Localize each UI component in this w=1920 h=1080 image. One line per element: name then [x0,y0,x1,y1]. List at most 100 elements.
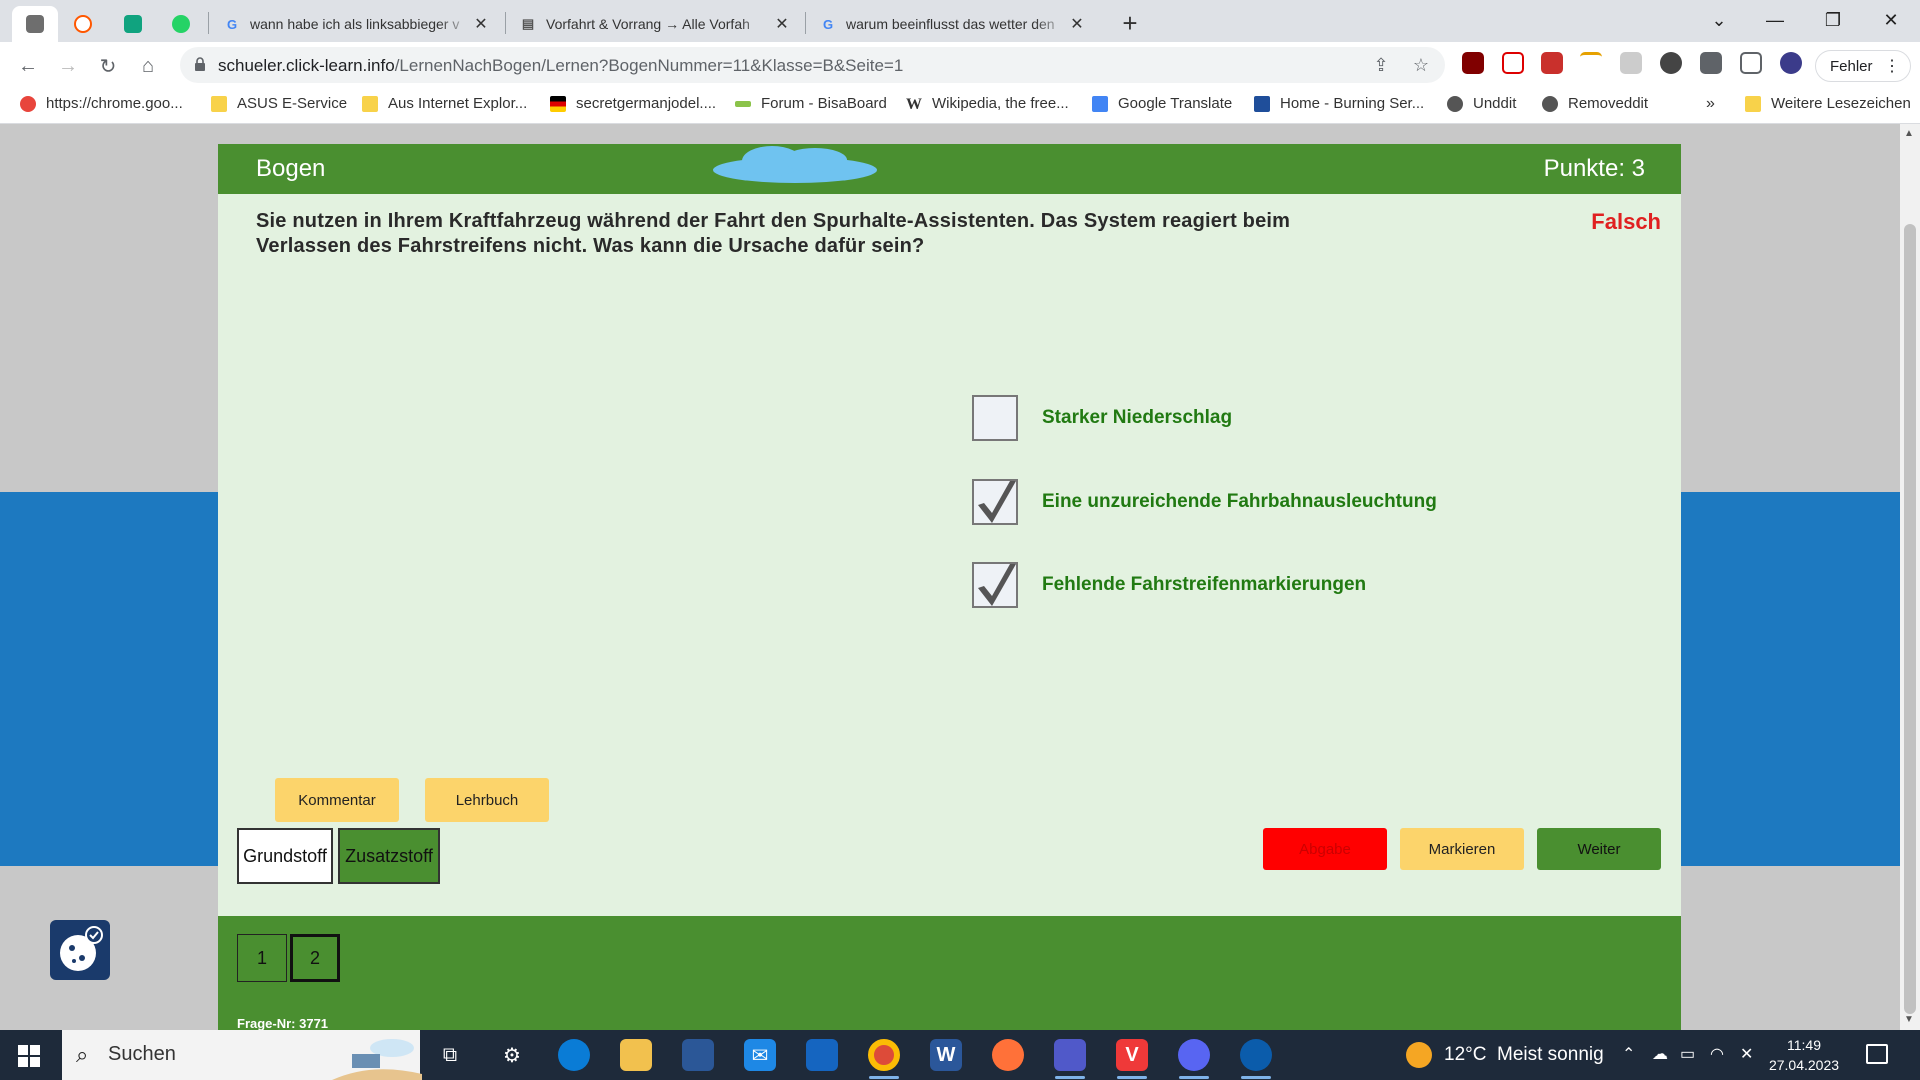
windows-start-icon[interactable] [18,1045,40,1067]
bookmark-item[interactable]: W Wikipedia, the free... [906,95,1069,113]
pinned-tab-reddit[interactable] [60,6,106,42]
system-clock[interactable]: 11:49 27.04.2023 [1766,1035,1842,1075]
extension-red-icon[interactable] [1541,52,1563,74]
file-explorer-icon[interactable] [620,1039,652,1071]
vivaldi-icon[interactable]: V [1116,1039,1148,1071]
submit-button[interactable]: Abgabe [1263,828,1387,870]
bookmark-star-icon[interactable]: ☆ [1410,55,1432,77]
tray-chevron-icon[interactable]: ⌃ [1622,1044,1635,1064]
tab-title: Vorfahrt & Vorrang → Alle Vorfah [546,16,750,32]
firefox-icon[interactable] [992,1039,1024,1071]
tab-basic[interactable]: Grundstoff [237,828,333,884]
puzzle-icon[interactable] [1700,52,1722,74]
bookmark-item[interactable]: secretgermanjodel.... [550,95,716,112]
minimize-button[interactable]: — [1750,0,1800,40]
home-button[interactable]: ⌂ [132,50,164,82]
page-scrollbar[interactable]: ▲ ▼ [1900,124,1920,1030]
shield-icon[interactable] [1502,52,1524,74]
bookmark-item[interactable]: Removeddit [1542,95,1648,112]
checkmark-icon [978,564,1016,606]
answer-checkbox-unchecked[interactable] [972,395,1018,441]
onedrive-icon[interactable]: ☁ [1652,1044,1668,1064]
page-button-current[interactable]: 2 [290,934,340,982]
scroll-thumb[interactable] [1904,224,1916,1014]
reload-button[interactable]: ↻ [92,50,124,82]
battery-icon[interactable]: ▭ [1680,1044,1695,1064]
other-bookmarks-folder[interactable]: Weitere Lesezeichen [1745,95,1911,112]
ublock-icon[interactable] [1462,52,1484,74]
textbook-button[interactable]: Lehrbuch [425,778,549,822]
close-icon[interactable]: ✕ [1068,14,1086,34]
tab-1[interactable]: G wann habe ich als linksabbieger v ✕ [212,6,502,42]
next-button[interactable]: Weiter [1537,828,1661,870]
sidepanel-icon[interactable] [1740,52,1762,74]
answer-checkbox-checked[interactable] [972,479,1018,525]
bookmark-item[interactable]: ASUS E-Service [211,95,347,112]
profile-error-button[interactable]: Fehler ⋮ [1815,50,1911,82]
notification-center-icon[interactable] [1866,1044,1888,1064]
pinned-tab-chatgpt[interactable] [110,6,156,42]
volume-muted-icon[interactable]: ✕ [1740,1044,1753,1064]
answer-option[interactable]: Starker Niederschlag [972,395,1232,441]
address-bar[interactable]: schueler.click-learn.info/LernenNachBoge… [180,47,1445,83]
task-view-icon[interactable]: ⧉ [434,1039,466,1071]
tab-3[interactable]: G warum beeinflusst das wetter den ✕ [808,6,1098,42]
ampere-app-icon[interactable] [806,1039,838,1071]
weather-widget[interactable]: 12°C Meist sonnig [1406,1042,1604,1068]
restore-button[interactable]: ❐ [1808,0,1858,40]
settings-gear-icon[interactable]: ⚙ [496,1039,528,1071]
webex-icon[interactable] [1240,1039,1272,1071]
answer-checkbox-checked[interactable] [972,562,1018,608]
bookmark-item[interactable]: Home - Burning Ser... [1254,95,1424,112]
back-button[interactable]: ← [12,50,44,82]
close-window-button[interactable]: ✕ [1866,0,1916,40]
share-icon[interactable]: ⇪ [1370,55,1392,77]
url-path: /LernenNachBogen/Lernen?BogenNummer=11&K… [394,56,904,75]
open-app-indicator [1055,1076,1085,1079]
menu-dots-icon[interactable]: ⋮ [1884,56,1900,76]
new-tab-button[interactable]: + [1115,8,1145,39]
page-button[interactable]: 1 [237,934,287,982]
search-icon: ⌕ [76,1042,89,1067]
bookmark-item[interactable]: Aus Internet Explor... [362,95,527,112]
more-bookmarks-button[interactable]: » [1706,95,1715,113]
bookmark-item[interactable]: Forum - BisaBoard [735,95,887,112]
scroll-down-icon[interactable]: ▼ [1904,1014,1914,1025]
word-icon[interactable]: W [930,1039,962,1071]
tab-search-icon[interactable]: ⌄ [1694,0,1744,40]
mark-button-label: Markieren [1428,840,1496,858]
answer-option[interactable]: Fehlende Fahrstreifenmarkierungen [972,562,1366,608]
close-icon[interactable]: ✕ [472,14,490,34]
taskbar-search[interactable]: ⌕ Suchen [62,1030,422,1080]
folder-icon [1745,95,1761,112]
bookmark-item[interactable]: https://chrome.goo... [20,95,183,112]
cookie-settings-button[interactable] [50,920,110,980]
pinned-tab-360[interactable] [12,6,58,42]
close-icon[interactable]: ✕ [773,14,791,34]
folder-icon [362,95,378,112]
comment-button[interactable]: Kommentar [275,778,399,822]
teams-icon[interactable] [1054,1039,1086,1071]
url-text: schueler.click-learn.info/LernenNachBoge… [218,56,903,76]
chrome-icon[interactable] [868,1039,900,1071]
edge-icon[interactable] [558,1039,590,1071]
mark-button[interactable]: Markieren [1400,828,1524,870]
forward-button[interactable]: → [52,50,84,82]
extension-grey-icon[interactable] [1620,52,1642,74]
scroll-up-icon[interactable]: ▲ [1904,128,1914,139]
extension-dark-icon[interactable] [1660,52,1682,74]
wifi-icon[interactable]: ◠ [1710,1044,1724,1064]
bookmark-item[interactable]: Unddit [1447,95,1516,112]
weather-text: 12°C Meist sonnig [1444,1044,1604,1065]
mail-icon[interactable]: ✉ [744,1039,776,1071]
discord-icon[interactable] [1178,1039,1210,1071]
tab-2[interactable]: ▤ Vorfahrt & Vorrang → Alle Vorfah ✕ [508,6,803,42]
bookmark-label: secretgermanjodel.... [576,95,717,112]
tab-extra[interactable]: Zusatzstoff [338,828,440,884]
rainbow-icon[interactable] [1580,52,1602,74]
avatar[interactable] [1780,52,1802,74]
bookmark-item[interactable]: Google Translate [1092,95,1232,112]
store-icon[interactable] [682,1039,714,1071]
answer-option[interactable]: Eine unzureichende Fahrbahnausleuchtung [972,479,1437,525]
pinned-tab-whatsapp[interactable] [158,6,204,42]
